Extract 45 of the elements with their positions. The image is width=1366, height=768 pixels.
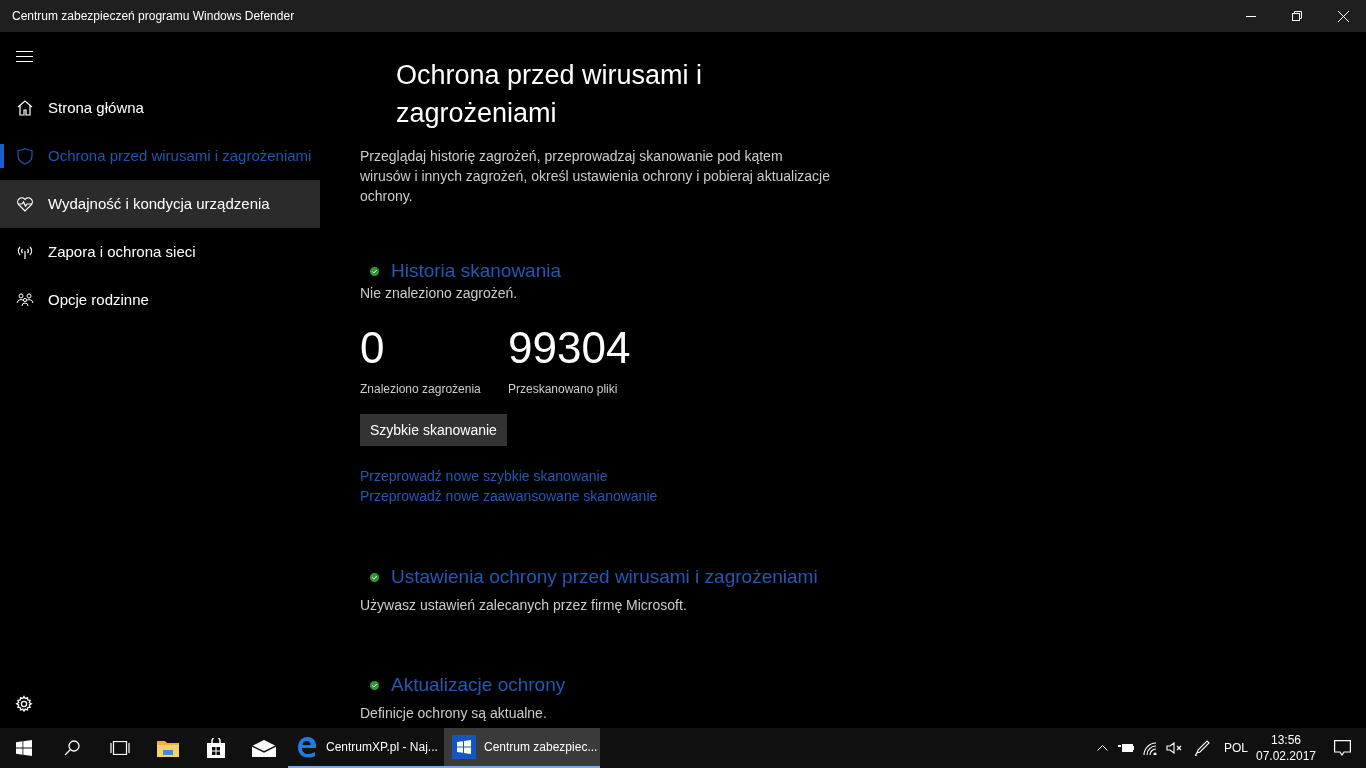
status-text: Używasz ustawień zalecanych przez firmę Microsoft. (360, 596, 688, 614)
settings-icon (15, 695, 33, 713)
shopping-bag-icon (206, 738, 226, 758)
restore-icon (1292, 11, 1302, 21)
page-description: Przeglądaj historię zagrożeń, przeprowadzaj skanowanie pod kątem wirusów i innych zagrożeń, określ ustawienia ochrony i pobieraj aktualizacje ochrony. (360, 147, 830, 206)
home-icon (16, 99, 34, 117)
sidebar-item[interactable]: Zapora i ochrona sieci (0, 228, 320, 276)
minimize-icon (1246, 15, 1256, 17)
people-icon (16, 291, 34, 309)
window-title: Centrum zabezpieczeń programu Windows Defender (11, 8, 296, 25)
quick-scan-button[interactable]: Szybkie skanowanie (360, 414, 507, 446)
stat-value: 0 (360, 322, 386, 374)
speech-bubble-icon (1333, 740, 1351, 756)
windows-logo-icon (452, 735, 476, 759)
menu-icon (15, 50, 33, 62)
status-text: Nie znaleziono zagrożeń. (360, 284, 519, 302)
stat-value: 99304 (508, 322, 632, 374)
windows-logo-icon (16, 740, 32, 756)
task-view-icon (109, 741, 131, 755)
chevron-up-icon (1096, 745, 1108, 751)
page-heading: Ochrona przed wirusami i zagrożeniami (396, 59, 704, 130)
envelope-icon (252, 739, 276, 757)
folder-icon (157, 739, 179, 757)
sidebar-item[interactable]: Strona główna (0, 84, 320, 132)
e-letter-icon (296, 736, 318, 758)
stat-label: Znaleziono zagrożenia (360, 381, 482, 398)
status-text: Definicje ochrony są aktualne. (360, 704, 548, 722)
stat-label: Przeskanowano pliki (508, 381, 619, 398)
check-circle-icon (370, 680, 379, 690)
sidebar-item[interactable]: Opcje rodzinne (0, 276, 320, 324)
close-icon (1337, 10, 1349, 22)
taskbar-app-button[interactable]: Centrum zabezpiec... (444, 728, 600, 768)
search-icon (64, 740, 80, 756)
wifi-icon (1143, 741, 1157, 755)
battery-charging-icon (1118, 743, 1134, 753)
heart-pulse-icon (16, 195, 34, 213)
clock-time[interactable]: 13:56 (1271, 732, 1301, 748)
clock-date[interactable]: 07.02.2017 (1255, 748, 1317, 764)
sidebar-item[interactable]: Wydajność i kondycja urządzenia (0, 180, 320, 228)
speaker-muted-icon (1166, 742, 1182, 754)
check-circle-icon (370, 572, 379, 582)
pen-icon (1194, 740, 1210, 756)
input-language-indicator[interactable]: POL (1218, 739, 1254, 757)
check-circle-icon (370, 266, 379, 276)
shield-icon (16, 147, 34, 165)
